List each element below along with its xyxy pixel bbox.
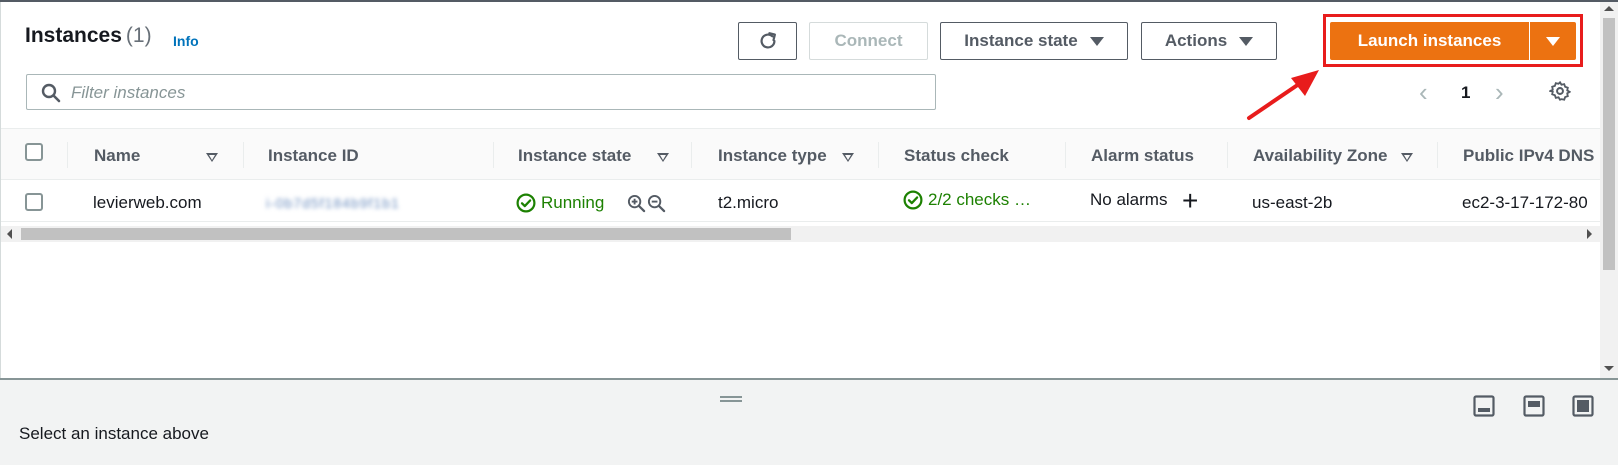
zoom-in-icon[interactable]	[627, 194, 646, 213]
horizontal-scrollbar[interactable]	[1, 226, 1601, 242]
column-header-instance-id[interactable]: Instance ID	[268, 146, 359, 166]
column-header-instance-state[interactable]: Instance state	[518, 146, 631, 166]
column-separator[interactable]	[878, 142, 879, 168]
annotation-highlight-box	[1323, 14, 1583, 67]
connect-button[interactable]: Connect	[809, 22, 928, 60]
panel-side-layout-icon[interactable]	[1523, 395, 1545, 417]
page-title: Instances (1)	[25, 24, 152, 48]
sort-icon[interactable]	[657, 153, 669, 162]
column-separator[interactable]	[691, 142, 692, 168]
filter-instances-input[interactable]	[71, 81, 911, 105]
column-header-instance-type[interactable]: Instance type	[718, 146, 827, 166]
instance-id-cell[interactable]: i-0b7d5f184b9f1b1	[266, 195, 446, 209]
panel-bottom-layout-icon[interactable]	[1473, 395, 1495, 417]
instance-count: (1)	[125, 24, 152, 47]
availability-zone-cell: us-east-2b	[1252, 193, 1333, 212]
drag-handle-icon[interactable]	[720, 396, 742, 402]
add-alarm-icon[interactable]: +	[1182, 185, 1198, 217]
panel-hidden-layout-icon[interactable]	[1572, 395, 1594, 417]
refresh-button[interactable]	[738, 22, 797, 60]
details-panel: Select an instance above	[0, 380, 1618, 465]
vertical-scrollbar[interactable]	[1600, 2, 1618, 378]
column-separator[interactable]	[243, 142, 244, 168]
column-header-status-check[interactable]: Status check	[904, 146, 1009, 166]
ec2-instances-screen: Instances (1) Info Connect Instance state…	[0, 0, 1618, 465]
zoom-out-icon[interactable]	[647, 194, 666, 213]
caret-down-icon	[1239, 36, 1254, 46]
scroll-left-icon[interactable]	[7, 229, 12, 239]
success-check-icon	[903, 190, 923, 210]
status-check-cell[interactable]: 2/2 checks …	[903, 190, 1031, 210]
chevron-right-icon[interactable]: ›	[1495, 79, 1504, 105]
info-link[interactable]: Info	[173, 33, 199, 49]
column-header-public-ipv4-dns[interactable]: Public IPv4 DNS	[1463, 146, 1594, 166]
sort-icon[interactable]	[1401, 153, 1413, 162]
annotation-arrow-icon	[1247, 70, 1319, 120]
column-header-availability-zone[interactable]: Availability Zone	[1253, 146, 1387, 166]
instances-panel: Instances (1) Info Connect Instance state…	[0, 2, 1601, 378]
page-title-text: Instances	[25, 24, 122, 47]
column-header-name[interactable]: Name	[94, 146, 140, 166]
column-separator[interactable]	[1437, 142, 1438, 168]
instance-name-cell: levierweb.com	[93, 193, 202, 212]
pagination-current-page[interactable]: 1	[1461, 83, 1470, 103]
alarm-status-cell: No alarms	[1090, 190, 1168, 209]
instance-state-dropdown-label: Instance state	[964, 31, 1078, 50]
column-header-alarm-status[interactable]: Alarm status	[1091, 146, 1194, 166]
row-checkbox[interactable]	[25, 193, 43, 211]
sort-icon[interactable]	[206, 153, 218, 162]
vertical-scroll-thumb[interactable]	[1603, 18, 1615, 270]
horizontal-scroll-thumb[interactable]	[21, 228, 791, 240]
column-separator[interactable]	[1227, 142, 1228, 168]
filter-instances-search	[26, 74, 936, 110]
instance-state-cell: Running	[516, 193, 604, 213]
caret-down-icon	[1089, 36, 1104, 46]
sort-icon[interactable]	[842, 153, 854, 162]
instance-type-cell: t2.micro	[718, 193, 779, 212]
success-check-icon	[516, 193, 536, 213]
actions-dropdown[interactable]: Actions	[1141, 22, 1277, 60]
column-separator	[67, 142, 68, 168]
gear-icon[interactable]	[1549, 80, 1571, 102]
scroll-right-icon[interactable]	[1587, 229, 1592, 239]
refresh-icon	[760, 32, 776, 49]
row-divider	[1, 221, 1601, 222]
instance-state-dropdown[interactable]: Instance state	[940, 22, 1128, 60]
actions-dropdown-label: Actions	[1164, 31, 1228, 50]
column-separator[interactable]	[1065, 142, 1066, 168]
select-instance-message: Select an instance above	[19, 424, 209, 443]
status-check-text: 2/2 checks …	[928, 190, 1031, 209]
scroll-up-icon[interactable]	[1604, 6, 1614, 11]
search-icon	[41, 83, 61, 103]
instance-state-text: Running	[541, 193, 605, 212]
column-separator[interactable]	[493, 142, 494, 168]
public-dns-cell: ec2-3-17-172-80	[1462, 193, 1588, 212]
scroll-down-icon[interactable]	[1604, 366, 1614, 371]
select-all-checkbox[interactable]	[25, 143, 43, 161]
chevron-left-icon[interactable]: ‹	[1419, 79, 1428, 105]
